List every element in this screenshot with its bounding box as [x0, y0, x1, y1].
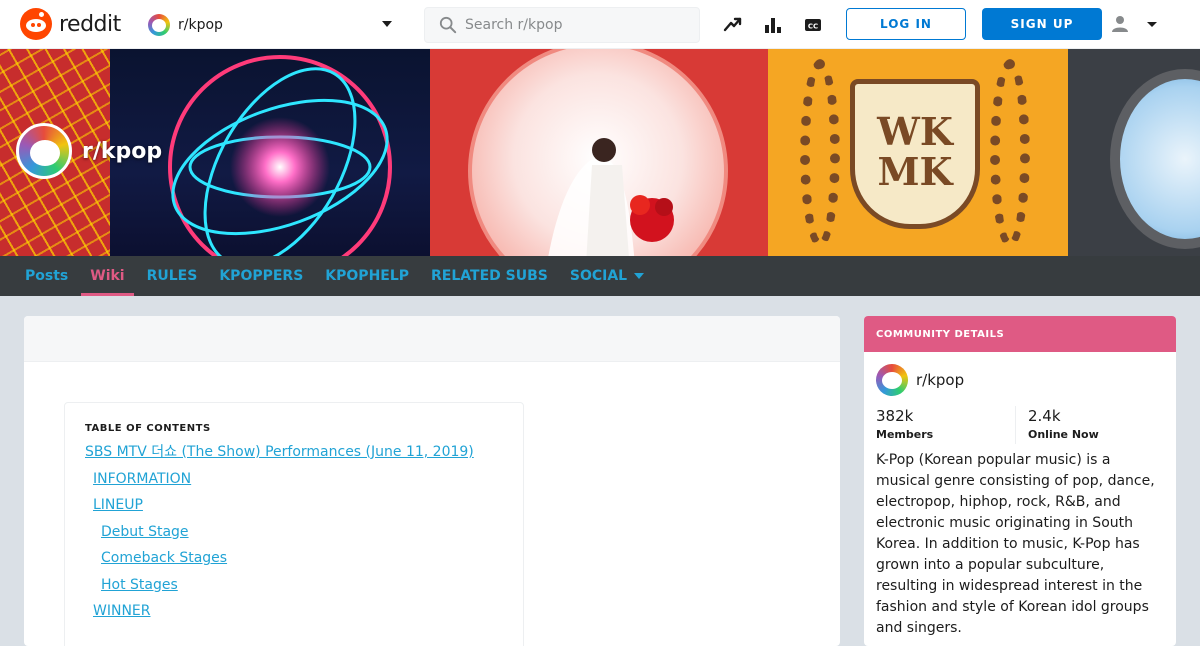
chevron-down-icon	[634, 273, 645, 279]
members-count: 382k	[876, 407, 914, 425]
tab-social[interactable]: SOCIAL	[561, 256, 653, 296]
community-identity[interactable]: r/kpop	[864, 352, 1176, 396]
toc-link[interactable]: Debut Stage	[85, 523, 503, 541]
subreddit-banner: WK MK r/kpop	[0, 49, 1200, 256]
user-icon	[1112, 16, 1128, 32]
search-input[interactable]	[465, 17, 685, 33]
banner-title-block: r/kpop	[16, 123, 162, 179]
toc-link[interactable]: Hot Stages	[85, 576, 503, 594]
tab-wiki[interactable]: Wiki	[81, 256, 134, 296]
login-button[interactable]: LOG IN	[846, 8, 966, 40]
subreddit-avatar-icon	[876, 364, 908, 396]
toc-title: TABLE OF CONTENTS	[85, 423, 211, 434]
table-of-contents: TABLE OF CONTENTS SBS MTV 더쇼 (The Show) …	[64, 402, 524, 646]
tab-kpoppers[interactable]: KPOPPERS	[210, 256, 312, 296]
wiki-page-card: TABLE OF CONTENTS SBS MTV 더쇼 (The Show) …	[24, 316, 840, 646]
reddit-wordmark: reddit	[59, 11, 121, 37]
banner-laurel-left	[800, 59, 840, 249]
community-stats: 382k Members 2.4k Online Now	[864, 396, 1176, 444]
svg-text:CC: CC	[808, 23, 818, 31]
subreddit-avatar-icon	[16, 123, 72, 179]
tab-label: KPOPHELP	[325, 268, 410, 284]
toc-link[interactable]: Comeback Stages	[85, 549, 503, 567]
banner-laurel-right	[990, 59, 1030, 249]
banner-crest: WK MK	[850, 79, 980, 229]
banner-bride-image	[468, 49, 728, 256]
subreddit-avatar-icon	[148, 13, 170, 36]
reddit-home-link[interactable]: reddit	[20, 8, 121, 40]
toc-link[interactable]: SBS MTV 더쇼 (The Show) Performances (June…	[85, 443, 503, 461]
online-label: Online Now	[1028, 428, 1099, 441]
subreddit-selector-label: r/kpop	[178, 16, 223, 33]
signup-button[interactable]: SIGN UP	[982, 8, 1102, 40]
tab-kpophelp[interactable]: KPOPHELP	[316, 256, 418, 296]
leaderboard-icon[interactable]	[761, 13, 785, 37]
banner-crest-text: WK MK	[877, 109, 953, 194]
tab-related-subs[interactable]: RELATED SUBS	[422, 256, 557, 296]
reddit-logo-icon	[20, 8, 52, 40]
tab-label: Posts	[25, 268, 69, 284]
subreddit-selector[interactable]: r/kpop	[140, 8, 402, 41]
community-name: r/kpop	[916, 371, 965, 389]
chevron-down-icon	[1147, 22, 1157, 27]
tab-label: RULES	[146, 268, 198, 284]
online-stat: 2.4k Online Now	[1015, 406, 1154, 444]
toc-link[interactable]: WINNER	[85, 602, 503, 620]
tab-label: KPOPPERS	[219, 268, 304, 284]
subreddit-nav: Posts Wiki RULES KPOPPERS KPOPHELP RELAT…	[0, 256, 1200, 296]
community-description: K-Pop (Korean popular music) is a musica…	[876, 452, 1155, 636]
tab-label: RELATED SUBS	[431, 268, 548, 284]
top-header: reddit r/kpop CC LOG IN SIGN UP	[0, 0, 1200, 49]
tab-rules[interactable]: RULES	[138, 256, 207, 296]
community-details-header: COMMUNITY DETAILS	[864, 316, 1176, 352]
search-bar[interactable]	[424, 7, 700, 43]
chevron-down-icon	[382, 21, 392, 27]
subreddit-title: r/kpop	[82, 138, 163, 164]
members-label: Members	[876, 428, 934, 441]
community-details-card: COMMUNITY DETAILS r/kpop 382k Members 2.…	[864, 316, 1176, 646]
toc-link[interactable]: LINEUP	[85, 496, 503, 514]
search-icon	[439, 16, 457, 34]
trending-icon[interactable]	[721, 13, 745, 37]
closed-caption-icon[interactable]: CC	[801, 13, 825, 37]
tab-posts[interactable]: Posts	[16, 256, 77, 296]
tab-label: Wiki	[90, 268, 125, 284]
user-menu-dropdown[interactable]	[1110, 12, 1162, 36]
wiki-card-header	[24, 316, 840, 362]
tab-label: SOCIAL	[569, 268, 628, 284]
members-stat: 382k Members	[876, 406, 1015, 444]
online-count: 2.4k	[1028, 407, 1061, 425]
toc-link[interactable]: INFORMATION	[85, 470, 503, 488]
